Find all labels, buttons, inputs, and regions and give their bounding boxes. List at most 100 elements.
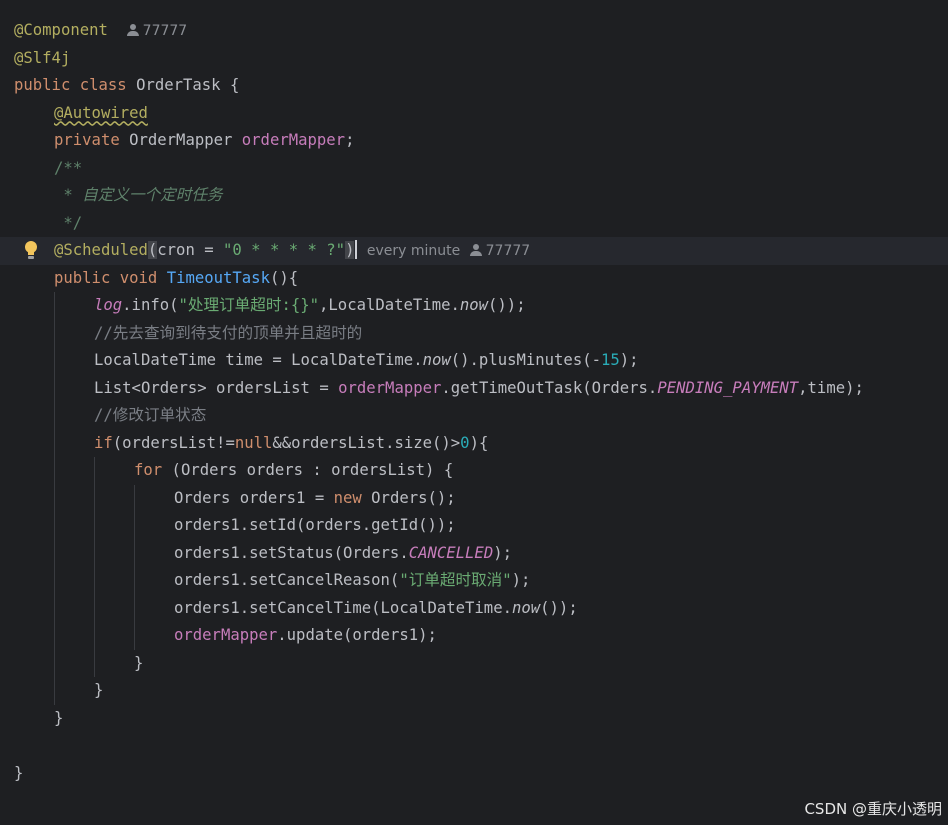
annotation-token: @Component [14, 21, 108, 39]
number-token: 0 [460, 433, 470, 452]
author-name: 77777 [485, 243, 531, 259]
annotation-token: @Slf4j [14, 48, 71, 67]
constant-token: CANCELLED [408, 543, 494, 562]
code-token: .getTimeOutTask(Orders. [441, 378, 658, 397]
code-token: (ordersList!= [112, 433, 235, 452]
code-line[interactable]: LocalDateTime time = LocalDateTime.now()… [0, 347, 948, 375]
paren-token: ) [345, 241, 355, 259]
code-token: .info( [122, 296, 179, 314]
user-icon [126, 24, 139, 36]
static-method-token: now [422, 351, 451, 369]
code-line[interactable]: //先去查询到待支付的顶单并且超时的 [0, 319, 948, 347]
code-line-current[interactable]: @Scheduled(cron = "0 * * * * ?") every m… [0, 237, 948, 265]
code-token: Orders orders1 = [174, 488, 334, 507]
annotation-token: @Scheduled [54, 241, 148, 259]
code-token: ); [511, 571, 531, 589]
keyword-token: null [234, 433, 273, 452]
watermark: CSDN @重庆小透明 [804, 800, 942, 818]
code-line[interactable] [0, 732, 948, 760]
code-line[interactable]: orders1.setCancelTime(LocalDateTime.now(… [0, 594, 948, 622]
code-line[interactable]: @Autowired [0, 100, 948, 128]
author-hint[interactable]: 77777 [126, 23, 188, 39]
keyword-token: class [79, 76, 127, 94]
author-name: 77777 [142, 23, 188, 39]
code-token: LocalDateTime time = LocalDateTime. [94, 351, 423, 369]
cron-hint: every minute [366, 243, 461, 259]
number-token: 15 [600, 351, 620, 369]
class-name-token: OrderTask { [136, 76, 240, 94]
comment-token: //先去查询到待支付的顶单并且超时的 [94, 323, 363, 342]
code-line[interactable]: } [0, 705, 948, 733]
paren-token: ( [147, 241, 158, 259]
code-line[interactable]: List<Orders> ordersList = orderMapper.ge… [0, 374, 948, 402]
code-token: (Orders orders : ordersList) { [162, 461, 454, 479]
code-token: ); [619, 351, 639, 369]
field-token: log [94, 296, 123, 314]
code-line[interactable]: * 自定义一个定时任务 [0, 182, 948, 210]
code-line[interactable]: orderMapper.update(orders1); [0, 622, 948, 650]
code-line[interactable]: orders1.setCancelReason("订单超时取消"); [0, 567, 948, 595]
code-token: Orders(); [361, 488, 456, 507]
code-line[interactable]: orders1.setStatus(Orders.CANCELLED); [0, 539, 948, 567]
code-token: ){ [469, 433, 489, 452]
field-token: orderMapper [338, 378, 442, 397]
code-token: } [134, 653, 144, 672]
constant-token: PENDING_PAYMENT [657, 378, 799, 397]
punct-token: (){ [269, 268, 299, 287]
code-token: orders1.setCancelTime(LocalDateTime. [174, 598, 512, 617]
lightbulb-icon[interactable] [24, 241, 38, 261]
keyword-token: public [14, 76, 71, 94]
keyword-token: void [119, 268, 158, 287]
static-method-token: now [459, 296, 489, 314]
code-line[interactable]: //修改订单状态 [0, 402, 948, 430]
code-token: orders1.setStatus(Orders. [174, 543, 409, 562]
code-line[interactable]: orders1.setId(orders.getId()); [0, 512, 948, 540]
keyword-token: if [94, 433, 113, 452]
param-token: cron = [157, 241, 223, 259]
comment-token: //修改订单状态 [94, 406, 207, 424]
code-line[interactable]: /** [0, 155, 948, 183]
field-token: orderMapper [241, 131, 346, 149]
punct-token: ; [345, 131, 355, 149]
string-token: "订单超时取消" [399, 571, 512, 589]
code-line[interactable]: @Slf4j [0, 45, 948, 73]
code-line[interactable]: if(ordersList!=null&&ordersList.size()>0… [0, 429, 948, 457]
code-line[interactable]: log.info("处理订单超时:{}",LocalDateTime.now()… [0, 292, 948, 320]
code-token: } [14, 763, 24, 782]
code-token: ().plusMinutes(- [450, 351, 601, 369]
code-line[interactable]: } [0, 677, 948, 705]
code-line[interactable]: private OrderMapper orderMapper; [0, 127, 948, 155]
code-line[interactable]: public class OrderTask { [0, 72, 948, 100]
code-line[interactable]: for (Orders orders : ordersList) { [0, 457, 948, 485]
code-editor[interactable]: @Component 77777 @Slf4j public class Ord… [0, 0, 948, 825]
doc-comment: /** [54, 158, 83, 177]
doc-comment: */ [54, 213, 83, 232]
string-token: "处理订单超时:{}" [178, 296, 320, 314]
code-token: ()); [488, 296, 526, 314]
code-token: ); [493, 543, 512, 562]
annotation-token: @Autowired [54, 103, 148, 122]
code-token: ,LocalDateTime. [319, 296, 460, 314]
code-line[interactable]: Orders orders1 = new Orders(); [0, 484, 948, 512]
keyword-token: private [54, 131, 120, 149]
code-line[interactable]: } [0, 760, 948, 788]
code-token: } [54, 708, 64, 727]
code-line[interactable]: public void TimeoutTask(){ [0, 265, 948, 293]
field-token: orderMapper [174, 626, 278, 644]
code-line[interactable]: } [0, 649, 948, 677]
code-line[interactable]: @Component 77777 [0, 17, 948, 45]
author-hint[interactable]: 77777 [469, 243, 531, 259]
code-token: &&ordersList.size()> [272, 433, 461, 452]
code-token: ,time); [798, 378, 864, 397]
user-icon [469, 244, 482, 256]
type-token: OrderMapper [129, 131, 233, 149]
code-token: ()); [540, 598, 578, 617]
code-line[interactable]: */ [0, 210, 948, 238]
keyword-token: for [134, 461, 163, 479]
method-name-token: TimeoutTask [166, 268, 270, 287]
code-token: .update(orders1); [277, 626, 437, 644]
code-token: List<Orders> ordersList = [94, 378, 339, 397]
keyword-token: new [333, 488, 362, 507]
code-token: orders1.setId(orders.getId()); [174, 516, 456, 534]
text-caret [355, 240, 358, 259]
